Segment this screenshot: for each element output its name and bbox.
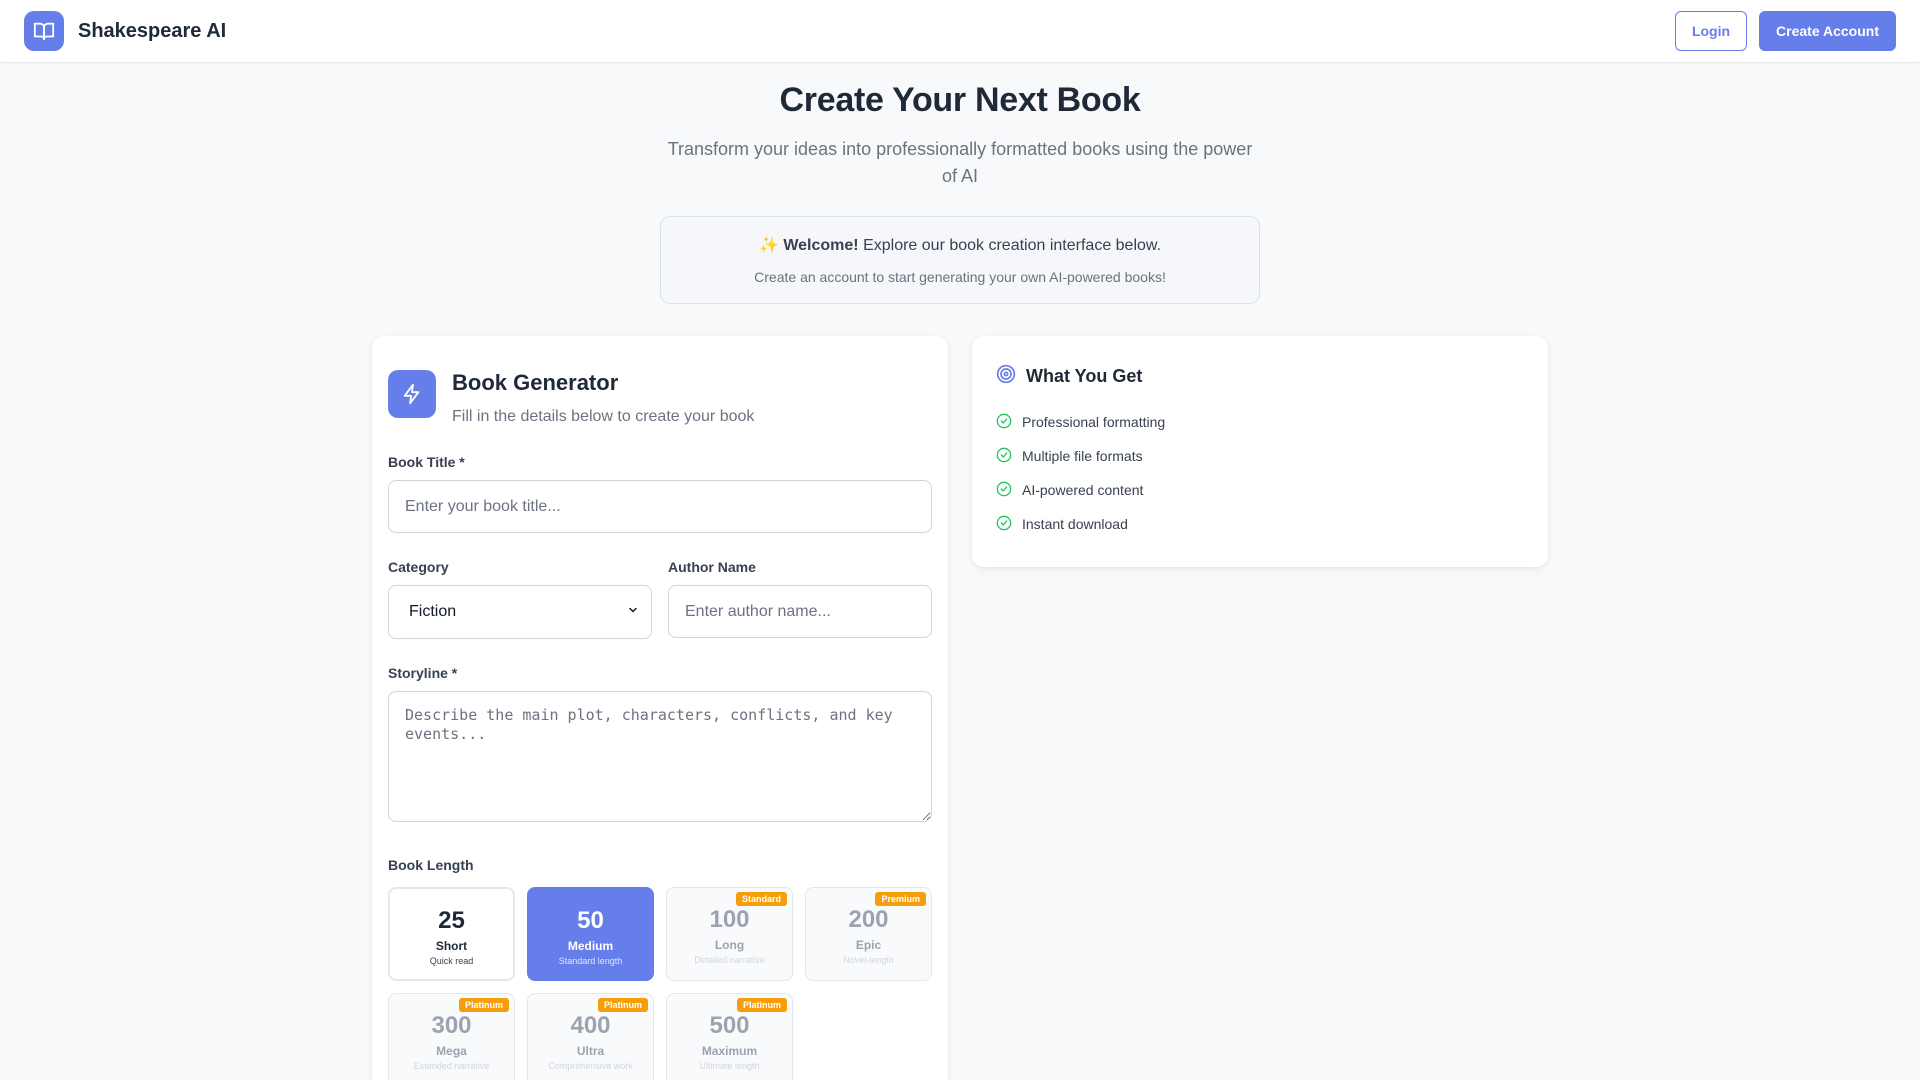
length-option-25[interactable]: 25 Short Quick read: [388, 887, 515, 981]
feature-text: Professional formatting: [1022, 414, 1166, 430]
length-pages: 500: [709, 1012, 750, 1039]
length-desc: Quick read: [429, 956, 474, 966]
page-title: Create Your Next Book: [779, 81, 1141, 119]
chevron-down-icon: [627, 603, 639, 621]
author-label: Author Name: [668, 559, 756, 575]
feature-list: Professional formatting Multiple file fo…: [996, 405, 1524, 541]
length-name: Ultra: [576, 1044, 605, 1058]
category-select[interactable]: Fiction: [388, 585, 652, 639]
page-subtitle: Transform your ideas into professionally…: [667, 139, 1253, 186]
length-desc: Ultimate length: [699, 1061, 760, 1071]
generator-header: Book Generator Fill in the details below…: [388, 370, 932, 426]
nav-actions: Login Create Account: [1674, 11, 1896, 51]
length-pages: 200: [848, 906, 889, 933]
list-item: AI-powered content: [996, 473, 1524, 507]
lightning-icon: [388, 370, 436, 418]
length-option-200[interactable]: Premium 200 Epic Novel-length: [805, 887, 932, 981]
top-navbar: Shakespeare AI Login Create Account: [0, 0, 1920, 63]
length-option-400[interactable]: Platinum 400 Ultra Comprehensive work: [527, 993, 654, 1080]
create-account-button[interactable]: Create Account: [1759, 11, 1896, 51]
length-desc: Detailed narrative: [694, 955, 765, 965]
length-desc: Standard length: [558, 956, 623, 966]
brand-name: Shakespeare AI: [78, 19, 227, 42]
list-item: Instant download: [996, 507, 1524, 541]
length-name: Medium: [567, 939, 614, 953]
author-name-input[interactable]: [668, 585, 932, 638]
check-circle-icon: [996, 481, 1012, 500]
sparkles-icon: ✨: [758, 237, 779, 254]
length-pages: 300: [431, 1012, 472, 1039]
length-desc: Comprehensive work: [548, 1061, 633, 1071]
brand[interactable]: Shakespeare AI: [24, 11, 226, 51]
length-name: Maximum: [701, 1044, 758, 1058]
check-circle-icon: [996, 413, 1012, 432]
length-pages: 50: [577, 907, 604, 934]
what-you-get-title: What You Get: [1026, 366, 1143, 386]
length-pages: 100: [709, 906, 750, 933]
length-name: Short: [435, 939, 468, 953]
target-icon: [996, 364, 1016, 389]
tier-badge: Premium: [875, 892, 926, 906]
hero: Create Your Next Book Transform your ide…: [0, 63, 1920, 304]
length-option-500[interactable]: Platinum 500 Maximum Ultimate length: [666, 993, 793, 1080]
length-pages: 25: [438, 907, 465, 934]
length-name: Mega: [436, 1044, 467, 1058]
storyline-textarea[interactable]: [388, 691, 932, 822]
book-title-label: Book Title *: [388, 454, 465, 470]
login-button[interactable]: Login: [1674, 11, 1748, 51]
length-option-100[interactable]: Standard 100 Long Detailed narrative: [666, 887, 793, 981]
book-title-input[interactable]: [388, 480, 932, 533]
welcome-banner: ✨ Welcome! Explore our book creation int…: [660, 216, 1260, 304]
tier-badge: Platinum: [736, 998, 787, 1012]
main-content: Book Generator Fill in the details below…: [372, 336, 1920, 1080]
book-length-label: Book Length: [388, 857, 474, 873]
what-you-get-card: What You Get Professional formatting Mul…: [972, 336, 1548, 567]
length-desc: Novel-length: [843, 955, 894, 965]
book-length-options: 25 Short Quick read 50 Medium Standard l…: [388, 887, 932, 1080]
check-circle-icon: [996, 515, 1012, 534]
welcome-note: Create an account to start generating yo…: [754, 269, 1166, 285]
feature-text: Instant download: [1022, 516, 1128, 532]
book-open-icon: [24, 11, 64, 51]
feature-text: Multiple file formats: [1022, 448, 1143, 464]
category-label: Category: [388, 559, 449, 575]
storyline-label: Storyline *: [388, 665, 458, 681]
generator-subtitle: Fill in the details below to create your…: [452, 408, 755, 425]
length-option-300[interactable]: Platinum 300 Mega Extended narrative: [388, 993, 515, 1080]
tier-badge: Platinum: [458, 998, 509, 1012]
book-title-field: Book Title *: [388, 454, 932, 533]
welcome-message: ✨ Welcome! Explore our book creation int…: [681, 235, 1239, 255]
welcome-bold: Welcome!: [783, 237, 859, 254]
welcome-text: Explore our book creation interface belo…: [858, 237, 1162, 254]
list-item: Professional formatting: [996, 405, 1524, 439]
length-name: Long: [714, 938, 745, 952]
storyline-field: Storyline *: [388, 665, 932, 827]
check-circle-icon: [996, 447, 1012, 466]
category-author-row: Category Fiction Author Name: [388, 559, 932, 639]
tier-badge: Standard: [735, 892, 787, 906]
generator-title: Book Generator: [452, 370, 619, 395]
feature-text: AI-powered content: [1022, 482, 1144, 498]
tier-badge: Platinum: [597, 998, 648, 1012]
book-length-field: Book Length 25 Short Quick read 50 Mediu…: [388, 857, 932, 1080]
book-generator-card: Book Generator Fill in the details below…: [372, 336, 948, 1080]
length-desc: Extended narrative: [413, 1061, 490, 1071]
category-value: Fiction: [409, 603, 457, 620]
category-field: Category Fiction: [388, 559, 652, 639]
length-pages: 400: [570, 1012, 611, 1039]
what-you-get-header: What You Get: [996, 364, 1524, 389]
author-field: Author Name: [668, 559, 932, 639]
length-name: Epic: [855, 938, 882, 952]
length-option-50[interactable]: 50 Medium Standard length: [527, 887, 654, 981]
list-item: Multiple file formats: [996, 439, 1524, 473]
